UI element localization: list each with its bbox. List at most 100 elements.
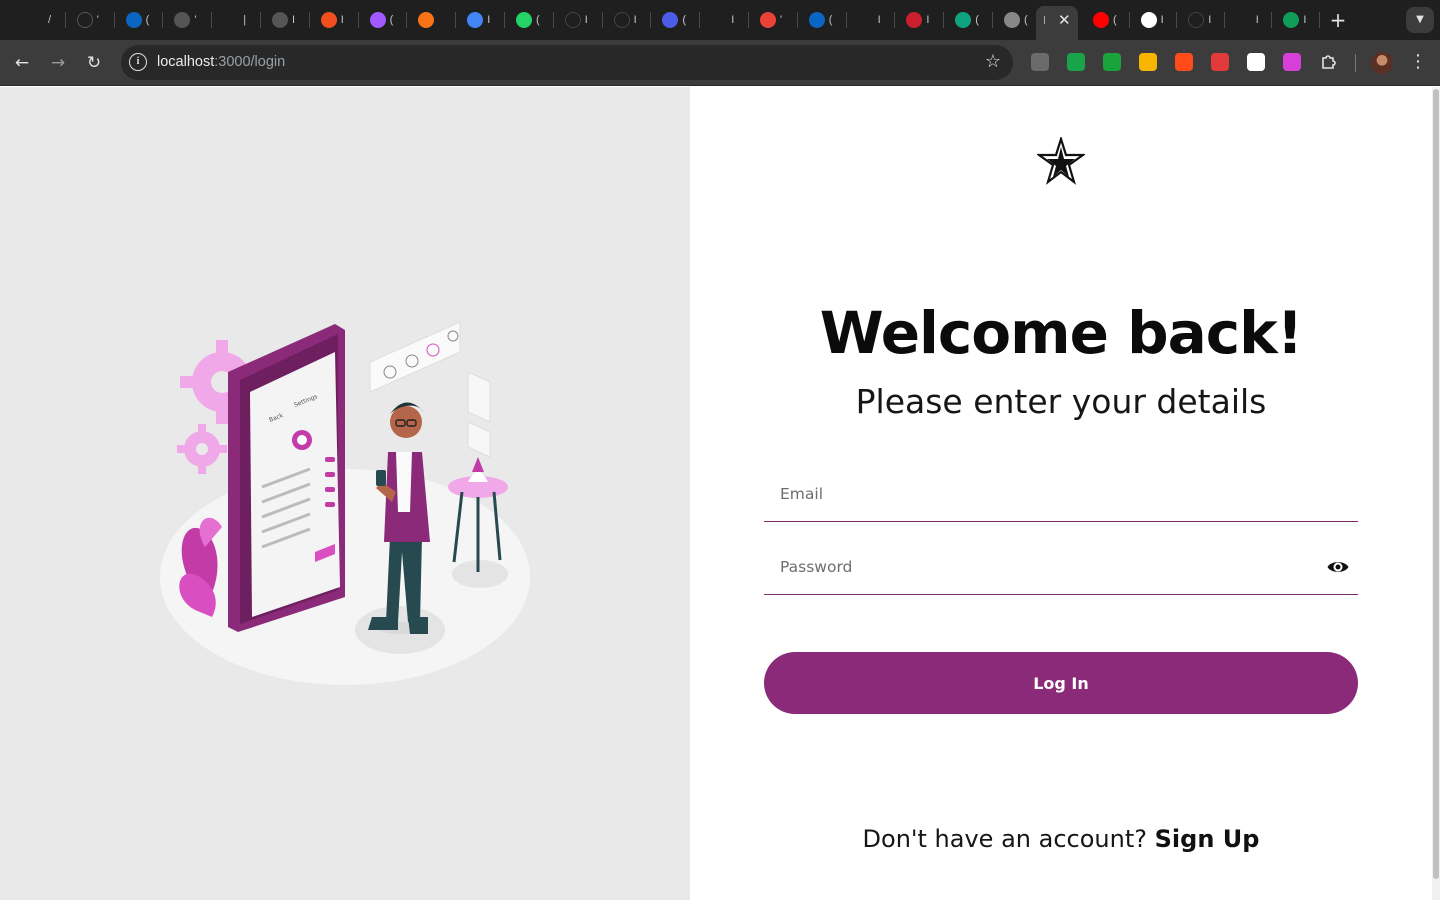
tab-title: ( (1113, 14, 1117, 26)
tab-title: ' (96, 14, 99, 26)
page-scrollbar[interactable] (1432, 87, 1440, 900)
figma-favicon-icon (369, 12, 386, 28)
toolbar-divider (1355, 54, 1356, 72)
browser-toolbar: ← → ↻ i localhost:3000/login ☆ ⋮ (0, 40, 1440, 86)
tab-title: ( (975, 14, 979, 26)
close-tab-icon[interactable]: ✕ (1058, 11, 1071, 29)
browser-tab[interactable]: I (857, 6, 881, 34)
browser-tab[interactable]: ( (1093, 6, 1117, 34)
browser-tab[interactable]: ( (125, 6, 150, 34)
tab-title: I (1303, 14, 1307, 26)
browser-tab[interactable]: I (1283, 6, 1306, 34)
tab-separator (943, 12, 945, 28)
browser-tab[interactable]: ( (662, 6, 686, 34)
url-text[interactable]: localhost:3000/login (157, 54, 285, 70)
site-info-icon[interactable]: i (129, 53, 147, 71)
extension-icon[interactable] (1139, 53, 1157, 71)
tab-separator (601, 12, 603, 28)
welcome-subtitle: Please enter your details (855, 382, 1267, 421)
illustration-panel: Back Settings (0, 87, 690, 900)
forward-button[interactable]: → (46, 51, 70, 75)
tab-separator (308, 12, 310, 28)
tab-separator (357, 12, 359, 28)
password-field-wrapper (764, 539, 1358, 595)
show-password-eye-icon[interactable] (1326, 555, 1350, 579)
browser-tab[interactable]: I (613, 6, 637, 34)
browser-tab[interactable]: ( (955, 6, 979, 34)
tab-separator (1223, 12, 1225, 28)
tab-title: ' (780, 14, 783, 26)
signup-prompt-row: Don't have an account? Sign Up (690, 825, 1432, 853)
drive-favicon-icon (1283, 12, 1300, 28)
extension-icon[interactable] (1175, 53, 1193, 71)
browser-tab[interactable]: ( (516, 6, 540, 34)
browser-menu-icon[interactable]: ⋮ (1408, 50, 1428, 74)
browser-tab[interactable]: ' (76, 6, 99, 34)
extension-icon[interactable] (1211, 53, 1229, 71)
profile-avatar[interactable] (1371, 52, 1393, 74)
browser-tab[interactable]: ( (369, 6, 394, 34)
browser-tab[interactable]: I (1188, 6, 1211, 34)
extension-icon[interactable] (1067, 53, 1085, 71)
a-favicon-icon (857, 12, 874, 28)
browser-tab[interactable]: ( (808, 6, 832, 34)
tab-title: I (292, 14, 296, 26)
browser-tab[interactable]: I (1235, 6, 1259, 34)
in-favicon-icon (808, 12, 825, 28)
tab-title: ( (536, 14, 540, 26)
browser-tab[interactable]: I (1140, 6, 1164, 34)
extension-icon[interactable] (1031, 53, 1049, 71)
tab-separator (1271, 12, 1273, 28)
browser-tab[interactable]: I (906, 6, 929, 34)
mobile-login-illustration: Back Settings (160, 321, 530, 685)
tab-separator (504, 12, 505, 28)
extension-icon[interactable] (1247, 53, 1265, 71)
signup-link[interactable]: Sign Up (1155, 825, 1260, 853)
browser-tab[interactable]: ' (760, 6, 782, 34)
browser-tab[interactable]: I (467, 6, 490, 34)
extensions-puzzle-icon[interactable] (1320, 53, 1338, 71)
tab-title: I (926, 14, 930, 26)
browser-tab[interactable]: / (28, 6, 51, 34)
tab-separator (1176, 12, 1178, 28)
tab-title: ( (1024, 14, 1028, 26)
github-icon (1188, 12, 1205, 28)
G-favicon-icon (1140, 12, 1157, 28)
tab-separator (162, 12, 164, 28)
github-icon (564, 12, 581, 28)
tab-title: ( (389, 14, 394, 26)
tab-title: I (633, 14, 637, 26)
signup-prompt-text: Don't have an account? (862, 825, 1147, 853)
bookmark-star-icon[interactable]: ☆ (985, 51, 1001, 72)
browser-tab[interactable]: | (223, 6, 246, 34)
back-button[interactable]: ← (10, 51, 34, 75)
new-tab-button[interactable]: + (1326, 8, 1350, 32)
extension-icon[interactable] (1103, 53, 1121, 71)
email-input[interactable] (764, 466, 1358, 521)
tab-separator (894, 12, 896, 28)
password-input[interactable] (764, 539, 1358, 594)
browser-tab[interactable]: I (711, 6, 734, 34)
url-path: :3000/login (214, 54, 286, 70)
tab-search-button[interactable]: ▼ (1406, 7, 1434, 33)
browser-tab[interactable]: I (272, 6, 295, 34)
login-button[interactable]: Log In (764, 652, 1358, 714)
c-favicon-icon (955, 12, 972, 28)
browser-tab[interactable]: ( (1004, 6, 1028, 34)
tab-separator (552, 12, 554, 28)
star-favicon-icon (1235, 12, 1252, 28)
tab-separator (845, 12, 847, 28)
browser-tab[interactable]: I (320, 6, 344, 34)
tab-title: ( (145, 14, 150, 26)
browser-tab[interactable]: I (564, 6, 588, 34)
tab-separator (1319, 12, 1320, 28)
tab-separator (64, 12, 66, 28)
extension-icon[interactable] (1283, 53, 1301, 71)
active-tab[interactable]: ✕ (1036, 6, 1078, 40)
scrollbar-thumb[interactable] (1433, 89, 1439, 879)
reload-button[interactable]: ↻ (82, 51, 106, 75)
browser-tab[interactable]: ' (174, 6, 197, 34)
browser-tab[interactable] (418, 6, 438, 34)
address-bar[interactable]: i localhost:3000/login ☆ (121, 45, 1013, 80)
o-favicon-icon (223, 12, 240, 28)
